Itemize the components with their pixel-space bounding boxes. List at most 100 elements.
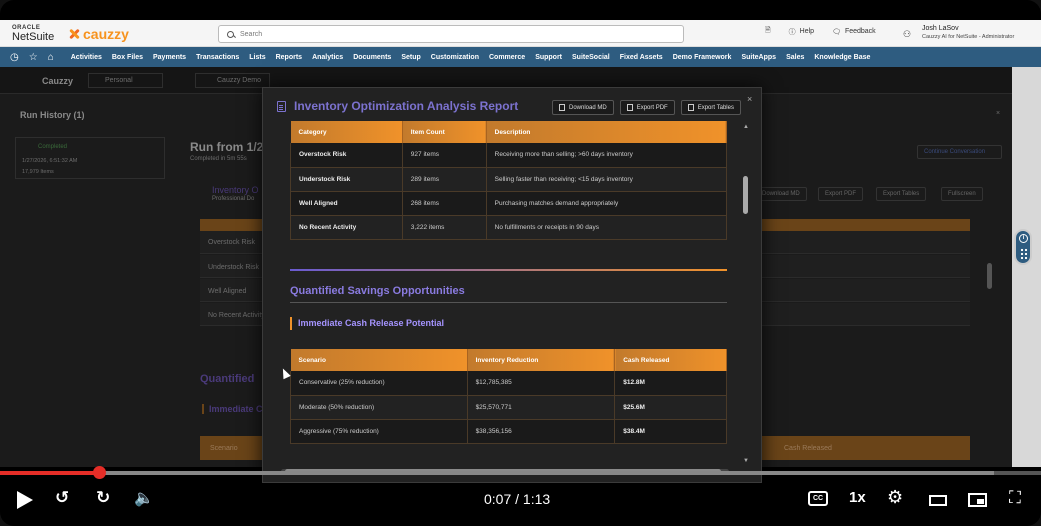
scroll-up-icon[interactable]: ▲ [743, 124, 749, 130]
nav-item-box-files[interactable]: Box Files [107, 54, 148, 61]
table-cell: 3,222 items [402, 215, 487, 240]
bg-run-history: Run History (1) [20, 110, 85, 120]
column-header: Scenario [290, 349, 468, 371]
nav-item-sales[interactable]: Sales [781, 54, 809, 61]
column-header: Item Count [402, 121, 487, 143]
table-cell: $25,570,771 [467, 395, 616, 420]
table-cell: No fulfillments or receipts in 90 days [486, 215, 728, 240]
theater-mode-icon[interactable] [929, 495, 947, 506]
bg-date: 1/27/2026, 6:51:32 AM [22, 158, 78, 164]
column-header: Inventory Reduction [467, 349, 616, 371]
nav-item-suitesocial[interactable]: SuiteSocial [567, 54, 615, 61]
playback-speed-button[interactable]: 1x [849, 489, 866, 506]
user-roles-icon[interactable]: ⚇ [903, 29, 911, 40]
netsuite-header: ORACLE NetSuite cauzzy Search 🗎 ⓘ Help 🗨 F… [0, 20, 1041, 47]
table-cell: $38,356,156 [467, 419, 616, 444]
user-role: Cauzzy AI for NetSuite - Administrator [922, 34, 1015, 40]
download-md-button[interactable]: Download MD [552, 100, 614, 115]
bg-row-4: No Recent Activity [208, 312, 265, 319]
table-cell: Overstock Risk [290, 143, 403, 168]
bg-quantified: Quantified [200, 373, 255, 385]
global-search-input[interactable]: Search [218, 25, 684, 43]
bg-demo: Cauzzy Demo [217, 77, 261, 84]
nav-item-fixed-assets[interactable]: Fixed Assets [615, 54, 668, 61]
nav-item-documents[interactable]: Documents [348, 54, 396, 61]
nav-item-payments[interactable]: Payments [148, 54, 191, 61]
recent-history-icon[interactable]: ◷ [10, 52, 19, 63]
miniplayer-icon[interactable] [968, 493, 987, 507]
captions-button[interactable]: CC [808, 491, 828, 506]
netsuite-logo[interactable]: NetSuite [12, 31, 54, 43]
download-icon [559, 104, 565, 111]
table-cell: Receiving more than selling; >60 days in… [486, 143, 728, 168]
bg-report-title: Inventory O [212, 185, 259, 195]
user-menu[interactable]: Josh LaSov Cauzzy AI for NetSuite - Admi… [922, 25, 1014, 40]
cauzzy-logo[interactable]: cauzzy [68, 26, 129, 42]
time-display: 0:07 / 1:13 [484, 491, 551, 507]
nav-item-reports[interactable]: Reports [271, 54, 307, 61]
table-cell: $12,785,385 [467, 371, 616, 396]
bg-row-2: Understock Risk [208, 264, 259, 271]
nav-item-setup[interactable]: Setup [396, 54, 425, 61]
search-icon [227, 30, 234, 38]
modal-close-button[interactable]: × [747, 94, 752, 104]
help-widget[interactable]: i [1014, 229, 1032, 265]
bg-export-tables-button: Export Tables [876, 187, 927, 201]
table-cell: Understock Risk [290, 167, 403, 192]
bg-download-button: Download MD [755, 187, 807, 201]
nav-item-suiteapps[interactable]: SuiteApps [736, 54, 781, 61]
volume-icon[interactable]: 🔈 [134, 488, 154, 508]
home-icon[interactable]: ⌂ [48, 52, 54, 63]
export-pdf-button[interactable]: Export PDF [619, 100, 675, 115]
savings-table: Scenario Inventory Reduction Cash Released… [290, 349, 727, 444]
sub-section-title: Immediate Cash Release Potential [290, 317, 444, 330]
nav-item-support[interactable]: Support [530, 54, 567, 61]
fullscreen-icon[interactable]: ⛶ [1009, 488, 1021, 508]
scenario-row: Moderate (50% reduction) $25,570,771 $25.6… [290, 395, 727, 420]
recent-records-icon[interactable]: 🗎 [765, 26, 771, 37]
nav-item-analytics[interactable]: Analytics [307, 54, 348, 61]
player-controls: ↺ ↻ 🔈 0:07 / 1:13 CC 1x ⚙ ⛶ [0, 478, 1041, 526]
drag-handle-icon [1020, 248, 1028, 260]
nav-item-transactions[interactable]: Transactions [191, 54, 244, 61]
modal-vertical-scrollbar[interactable]: ▲ ▼ [743, 124, 749, 464]
table-cell: Aggressive (75% reduction) [290, 419, 468, 444]
bg-row-3: Well Aligned [208, 288, 247, 295]
buffered-bar [0, 471, 994, 475]
forward-icon[interactable]: ↻ [96, 488, 110, 508]
category-row: Understock Risk 289 items Selling faster t… [290, 167, 728, 192]
settings-gear-icon[interactable]: ⚙ [887, 487, 903, 508]
favorites-star-icon[interactable]: ☆ [29, 52, 38, 63]
nav-item-activities[interactable]: Activities [66, 54, 107, 61]
video-progress-bar[interactable] [0, 466, 1041, 479]
scroll-thumb[interactable] [743, 176, 748, 214]
table-cell: $25.6M [614, 395, 727, 420]
export-tables-button[interactable]: Export Tables [680, 100, 741, 115]
nav-item-customization[interactable]: Customization [426, 54, 484, 61]
feedback-link[interactable]: 🗨 Feedback [832, 28, 876, 36]
cauzzy-mark-icon [68, 28, 80, 40]
play-icon[interactable] [17, 491, 33, 509]
nav-item-demo-framework[interactable]: Demo Framework [668, 54, 737, 61]
modal-title: Inventory Optimization Analysis Report [277, 99, 518, 113]
nav-item-lists[interactable]: Lists [244, 54, 270, 61]
column-header: Description [486, 121, 728, 143]
rewind-icon[interactable]: ↺ [55, 488, 69, 508]
bg-scenario: Scenario [210, 445, 238, 452]
main-navigation: ◷ ☆ ⌂ Activities Box Files Payments Transac… [0, 47, 1041, 67]
table-icon [687, 104, 694, 111]
nav-item-knowledge-base[interactable]: Knowledge Base [809, 54, 875, 61]
help-icon: ⓘ [788, 28, 796, 36]
column-header: Category [290, 121, 403, 143]
scenario-row: Conservative (25% reduction) $12,785,385 $… [290, 371, 727, 396]
bg-continue-button: Continue Conversation [917, 145, 1002, 159]
table-cell: 927 items [402, 143, 487, 168]
help-link[interactable]: ⓘ Help [789, 27, 814, 37]
played-bar [0, 471, 100, 475]
table-cell: 289 items [402, 167, 487, 192]
bg-items: 17,979 Items [22, 169, 54, 175]
nav-item-commerce[interactable]: Commerce [484, 54, 530, 61]
scroll-down-icon[interactable]: ▼ [743, 458, 749, 464]
bg-row-1: Overstock Risk [208, 239, 256, 246]
bg-status: Completed [38, 144, 68, 150]
